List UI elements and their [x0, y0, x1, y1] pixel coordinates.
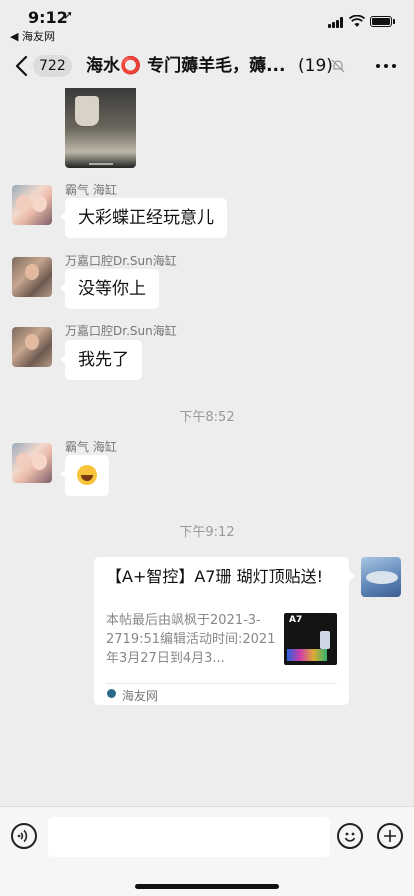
battery-icon: [370, 16, 392, 27]
home-indicator[interactable]: [135, 884, 279, 889]
message-bubble[interactable]: 我先了: [60, 340, 142, 380]
avatar[interactable]: [12, 443, 52, 483]
battery-cap: [393, 19, 395, 24]
thumbnail-light-strip: [287, 649, 327, 661]
chat-title: 海水⭕️ 专门薅羊毛，薅...: [86, 56, 286, 76]
avatar[interactable]: [12, 185, 52, 225]
avatar[interactable]: [12, 327, 52, 367]
thumbnail-phone-shape: [320, 631, 330, 649]
unread-count-badge[interactable]: 722: [33, 55, 72, 77]
link-card-source: 海友网: [122, 689, 159, 703]
location-arrow-icon: ➚: [63, 8, 74, 22]
image-lamp-shape: [75, 96, 99, 126]
voice-icon[interactable]: [11, 823, 37, 849]
sender-name: 霸气 海缸: [65, 183, 117, 197]
status-bar: 9:12 ➚ ◀ 海友网: [0, 0, 414, 44]
source-logo-icon: [107, 689, 116, 698]
message-bubble[interactable]: [60, 455, 109, 496]
link-card[interactable]: 【A+智控】A7珊 瑚灯顶贴送! 本帖最后由飒枫于2021-3-2719:51编…: [94, 557, 355, 705]
my-avatar[interactable]: [361, 557, 401, 597]
input-bar: [0, 806, 414, 896]
link-card-description: 本帖最后由飒枫于2021-3-2719:51编辑活动时间:2021年3月27日到…: [106, 613, 276, 666]
timestamp: 下午9:12: [179, 525, 235, 540]
member-count: (19): [298, 56, 333, 76]
laughing-emoji-icon: [77, 465, 97, 485]
link-card-title: 【A+智控】A7珊 瑚灯顶贴送!: [106, 567, 323, 586]
chat-header: 722 海水⭕️ 专门薅羊毛，薅... (19): [0, 44, 414, 88]
sender-name: 万嘉口腔Dr.Sun海缸: [65, 324, 177, 338]
smile-icon[interactable]: [337, 823, 363, 849]
link-card-divider: [106, 683, 337, 684]
sender-name: 霸气 海缸: [65, 440, 117, 454]
sender-name: 万嘉口腔Dr.Sun海缸: [65, 254, 177, 268]
plus-icon[interactable]: [377, 823, 403, 849]
link-card-thumbnail: A7: [284, 613, 337, 665]
status-time: 9:12: [28, 8, 68, 27]
message-bubble[interactable]: 没等你上: [60, 269, 159, 309]
avatar[interactable]: [12, 257, 52, 297]
more-options-button[interactable]: [373, 56, 399, 76]
message-input[interactable]: [48, 817, 330, 857]
cellular-signal-icon: [328, 17, 344, 28]
image-message[interactable]: [65, 88, 136, 168]
back-to-app-link[interactable]: ◀ 海友网: [10, 28, 55, 44]
thumbnail-label: A7: [289, 615, 303, 625]
message-bubble[interactable]: 大彩蝶正经玩意儿: [60, 198, 227, 238]
mute-bell-icon: [331, 59, 345, 73]
wifi-icon: [349, 15, 365, 27]
timestamp: 下午8:52: [179, 410, 235, 425]
image-bar-shape: [89, 163, 113, 165]
